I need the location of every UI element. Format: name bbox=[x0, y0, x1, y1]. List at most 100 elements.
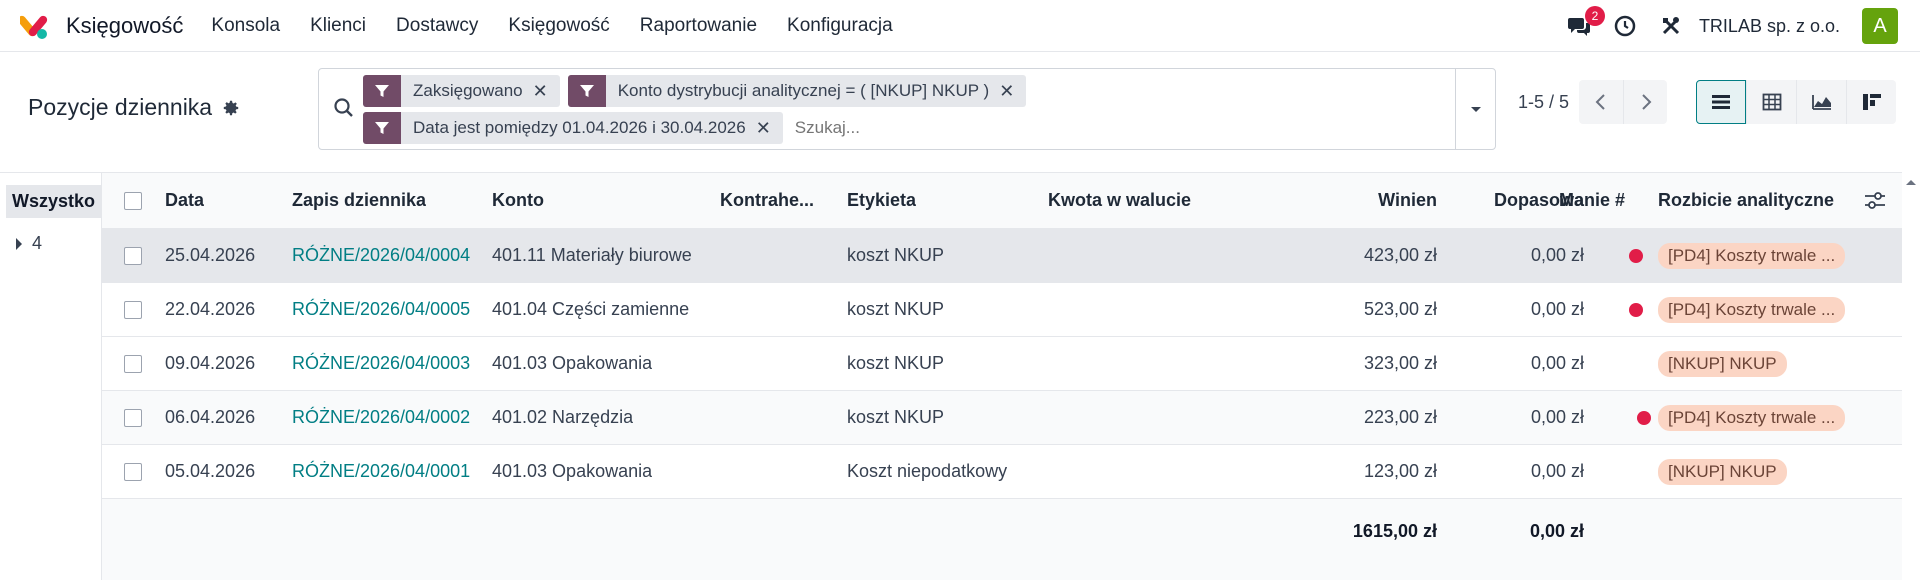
column-header-label[interactable]: Etykieta bbox=[847, 173, 916, 228]
search-facet[interactable]: Zaksięgowano ✕ bbox=[363, 75, 560, 107]
unmatched-dot-icon bbox=[1637, 410, 1651, 425]
total-credit: 0,00 zł bbox=[1529, 520, 1584, 541]
row-entry-link[interactable]: RÓŻNE/2026/04/0005 bbox=[292, 283, 470, 336]
menu-item-dostawcy[interactable]: Dostawcy bbox=[396, 15, 478, 37]
row-account: 401.03 Opakowania bbox=[492, 461, 653, 481]
remove-facet-icon[interactable]: ✕ bbox=[533, 81, 560, 102]
table-row[interactable]: 25.04.2026 RÓŻNE/2026/04/0004 401.11 Mat… bbox=[102, 229, 1902, 283]
pager-next-button[interactable] bbox=[1623, 80, 1668, 124]
app-logo-icon[interactable] bbox=[17, 10, 52, 42]
unmatched-dot-icon bbox=[1629, 248, 1643, 263]
column-header-partner[interactable]: Kontrahe... bbox=[720, 173, 814, 228]
page-title: Pozycje dziennika bbox=[28, 94, 213, 120]
table-row[interactable]: 05.04.2026 RÓŻNE/2026/04/0001 401.03 Opa… bbox=[102, 445, 1902, 499]
row-checkbox[interactable] bbox=[124, 246, 142, 265]
row-label: koszt NKUP bbox=[847, 407, 945, 427]
column-header-date[interactable]: Data bbox=[165, 173, 204, 228]
facet-label: Zaksięgowano bbox=[413, 81, 523, 100]
search-facet[interactable]: Data jest pomiędzy 01.04.2026 i 30.04.20… bbox=[363, 112, 783, 144]
row-label: koszt NKUP bbox=[847, 353, 945, 373]
graph-view-button[interactable] bbox=[1796, 80, 1846, 124]
column-header-amount-currency[interactable]: Kwota w walucie bbox=[1048, 173, 1191, 228]
remove-facet-icon[interactable]: ✕ bbox=[999, 81, 1026, 102]
row-checkbox[interactable] bbox=[124, 408, 142, 427]
remove-facet-icon[interactable]: ✕ bbox=[756, 118, 783, 139]
menu-item-raportowanie[interactable]: Raportowanie bbox=[640, 15, 757, 37]
menu-item-konfiguracja[interactable]: Konfiguracja bbox=[787, 15, 893, 37]
column-header-analytic[interactable]: Rozbicie analityczne bbox=[1658, 173, 1834, 228]
row-checkbox[interactable] bbox=[124, 354, 142, 373]
table-row[interactable]: 06.04.2026 RÓŻNE/2026/04/0002 401.02 Nar… bbox=[102, 391, 1902, 445]
list-icon bbox=[1712, 95, 1730, 109]
pager-value[interactable]: 1-5 / 5 bbox=[1518, 92, 1569, 113]
search-options-toggle[interactable] bbox=[1455, 69, 1495, 149]
sidepanel-item[interactable]: 4 bbox=[16, 233, 42, 254]
row-entry-link[interactable]: RÓŻNE/2026/04/0004 bbox=[292, 229, 470, 282]
search-facets: Zaksięgowano ✕ Konto dystrybucji anality… bbox=[363, 75, 1363, 149]
row-credit: 0,00 zł bbox=[1530, 299, 1584, 319]
company-switcher[interactable]: TRILAB sp. z o.o. bbox=[1699, 16, 1840, 37]
menu-item-klienci[interactable]: Klienci bbox=[310, 15, 366, 37]
table-header: Data Zapis dziennika Konto Kontrahe... E… bbox=[102, 173, 1902, 229]
tools-icon[interactable] bbox=[1657, 12, 1685, 40]
column-header-entry[interactable]: Zapis dziennika bbox=[292, 173, 426, 228]
pager: 1-5 / 5 bbox=[1518, 80, 1668, 124]
area-chart-icon bbox=[1811, 95, 1831, 110]
pivot-view-button[interactable] bbox=[1746, 80, 1796, 124]
row-date: 22.04.2026 bbox=[165, 299, 256, 319]
menu-item-ksiegowosc[interactable]: Księgowość bbox=[508, 15, 609, 37]
search-input[interactable] bbox=[794, 112, 1015, 144]
row-label: koszt NKUP bbox=[847, 245, 945, 265]
search-sidepanel: Wszystko 4 bbox=[0, 172, 102, 580]
row-credit: 0,00 zł bbox=[1530, 461, 1584, 481]
row-account: 401.03 Opakowania bbox=[492, 353, 653, 373]
sidepanel-all[interactable]: Wszystko bbox=[6, 185, 102, 218]
row-date: 25.04.2026 bbox=[165, 245, 256, 265]
analytic-tag[interactable]: [PD4] Koszty trwale ... bbox=[1658, 404, 1846, 431]
row-checkbox[interactable] bbox=[124, 462, 142, 481]
search-icon bbox=[334, 98, 353, 117]
caret-down-icon bbox=[1470, 107, 1481, 112]
app-name[interactable]: Księgowość bbox=[66, 13, 183, 39]
main-menu: Konsola Klienci Dostawcy Księgowość Rapo… bbox=[211, 15, 922, 37]
unmatched-dot-icon bbox=[1629, 302, 1643, 317]
column-header-matching[interactable]: Dopasowanie # bbox=[1494, 173, 1625, 228]
table-row[interactable]: 09.04.2026 RÓŻNE/2026/04/0003 401.03 Opa… bbox=[102, 337, 1902, 391]
filter-icon bbox=[567, 75, 606, 107]
chevron-right-icon bbox=[1641, 94, 1651, 110]
messages-icon[interactable]: 2 bbox=[1565, 6, 1605, 40]
list-view-button[interactable] bbox=[1696, 80, 1746, 124]
table-row[interactable]: 22.04.2026 RÓŻNE/2026/04/0005 401.04 Czę… bbox=[102, 283, 1902, 337]
select-all-checkbox[interactable] bbox=[124, 191, 142, 210]
kanban-view-button[interactable] bbox=[1846, 80, 1896, 124]
row-label: koszt NKUP bbox=[847, 299, 945, 319]
list-table: Data Zapis dziennika Konto Kontrahe... E… bbox=[102, 172, 1902, 580]
row-date: 05.04.2026 bbox=[165, 461, 256, 481]
analytic-tag[interactable]: [NKUP] NKUP bbox=[1658, 350, 1787, 377]
column-header-account[interactable]: Konto bbox=[492, 173, 544, 228]
row-entry-link[interactable]: RÓŻNE/2026/04/0001 bbox=[292, 445, 470, 498]
pager-previous-button[interactable] bbox=[1579, 80, 1624, 124]
menu-item-konsola[interactable]: Konsola bbox=[211, 15, 280, 37]
sidepanel-item-label: 4 bbox=[32, 233, 43, 253]
facet-label: Konto dystrybucji analitycznej = ( [NKUP… bbox=[617, 81, 990, 100]
analytic-tag[interactable]: [PD4] Koszty trwale ... bbox=[1658, 242, 1846, 269]
table-footer-totals: 1615,00 zł 0,00 zł bbox=[102, 503, 1902, 559]
scroll-up-arrow-icon[interactable] bbox=[1902, 172, 1920, 192]
row-entry-link[interactable]: RÓŻNE/2026/04/0003 bbox=[292, 337, 470, 390]
row-checkbox[interactable] bbox=[124, 300, 142, 319]
gear-icon[interactable] bbox=[222, 99, 240, 117]
analytic-tag[interactable]: [NKUP] NKUP bbox=[1658, 458, 1787, 485]
view-switcher bbox=[1696, 80, 1896, 124]
row-label: Koszt niepodatkowy bbox=[847, 461, 1008, 481]
row-account: 401.11 Materiały biurowe bbox=[492, 245, 692, 265]
user-avatar[interactable]: A bbox=[1862, 8, 1898, 44]
analytic-tag[interactable]: [PD4] Koszty trwale ... bbox=[1658, 296, 1846, 323]
kanban-icon bbox=[1862, 94, 1881, 110]
activity-clock-icon[interactable] bbox=[1611, 12, 1639, 40]
row-entry-link[interactable]: RÓŻNE/2026/04/0002 bbox=[292, 391, 470, 444]
optional-columns-icon[interactable] bbox=[1864, 173, 1886, 228]
control-panel: Pozycje dziennika Zaksięgowano ✕ Konto d… bbox=[0, 52, 1920, 172]
filter-icon bbox=[363, 112, 401, 144]
search-facet[interactable]: Konto dystrybucji analitycznej = ( [NKUP… bbox=[567, 75, 1027, 107]
